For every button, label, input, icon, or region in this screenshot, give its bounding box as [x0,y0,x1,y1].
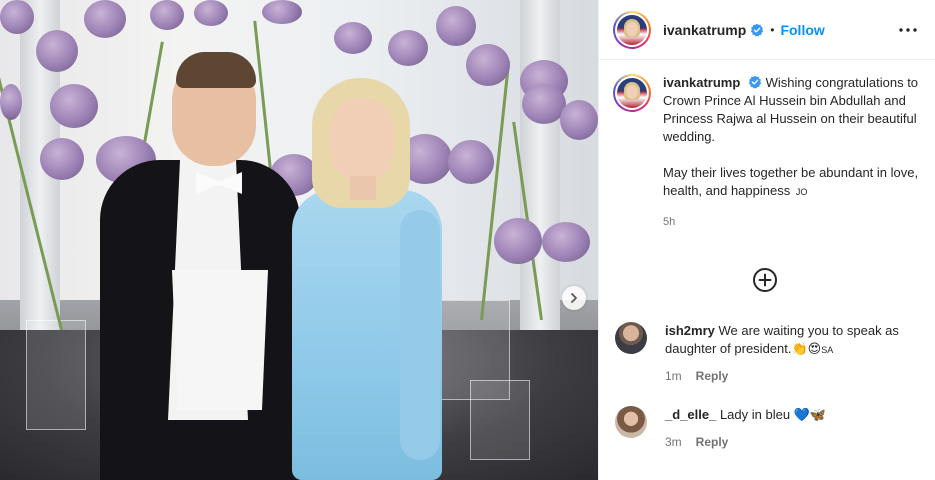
photo-flower [448,140,494,184]
photo-flower [0,0,34,34]
commenter-avatar[interactable] [615,322,647,354]
author-username[interactable]: ivankatrump [663,22,746,38]
photo-vase [26,320,86,430]
photo-woman-neck [350,176,376,200]
photo-flower [436,6,476,46]
photo-woman-arm [400,210,440,460]
photo-flower [466,44,510,86]
avatar-photo [617,78,647,108]
author-avatar[interactable] [613,10,651,49]
photo-flower [494,218,542,264]
caption-author-avatar[interactable] [613,74,651,112]
photo-flower [388,30,428,66]
photo-flower [194,0,228,26]
photo-man-hair [176,52,256,88]
photo-flower [150,0,184,30]
caption-username[interactable]: ivankatrump [663,75,740,90]
photo-flower [0,84,22,120]
photo-flower [262,0,302,24]
photo-woman-face [330,98,394,182]
reply-button[interactable]: Reply [696,433,729,451]
photo-flower [50,84,98,128]
comment-item: _d_elle_ Lady in bleu 💙🦋 3m Reply [615,406,925,451]
photo-pillar [520,0,560,330]
comment-flag: SA [821,345,834,355]
photo-vase [470,380,530,460]
photo-man-vest [172,270,268,410]
photo-flower [36,30,78,72]
separator-dot: • [770,22,775,37]
commenter-avatar[interactable] [615,406,647,438]
more-horizontal-icon [899,28,917,32]
comment-timestamp[interactable]: 1m [665,367,682,385]
comment-timestamp[interactable]: 3m [665,433,682,451]
follow-button[interactable]: Follow [780,22,824,38]
post-caption: ivankatrump Wishing congratulations to C… [613,74,923,231]
photo-flower [560,100,598,140]
chevron-right-icon [571,293,577,303]
post-sidebar: ivankatrump • Follow ivankatrump Wishing… [598,0,935,480]
photo-flower [542,222,590,262]
avatar-photo [617,14,647,45]
post-header: ivankatrump • Follow [599,0,935,60]
photo-flower [334,22,372,54]
post-photo[interactable] [0,0,598,480]
photo-flower [40,138,84,180]
photo-flower [84,0,126,38]
caption-text-block: ivankatrump Wishing congratulations to C… [663,74,921,231]
caption-timestamp[interactable]: 5h [663,213,921,231]
reply-button[interactable]: Reply [696,367,729,385]
comment-item: ish2mry We are waiting you to speak as d… [615,322,925,385]
comment-username[interactable]: ish2mry [665,323,715,338]
verified-badge-icon [751,23,764,37]
caption-flag: JO [795,187,808,197]
comment-emoji: 💙🦋 [793,408,827,423]
comment-text: Lady in bleu [719,407,791,422]
caption-line-2: May their lives together be abundant in … [663,165,919,198]
comment-emoji: 👏😍 [791,342,822,357]
more-options-button[interactable] [896,18,920,42]
add-circle-icon[interactable] [752,267,778,293]
verified-badge-icon [748,75,762,89]
comment-username[interactable]: _d_elle_ [665,407,716,422]
next-photo-button[interactable] [562,286,586,310]
